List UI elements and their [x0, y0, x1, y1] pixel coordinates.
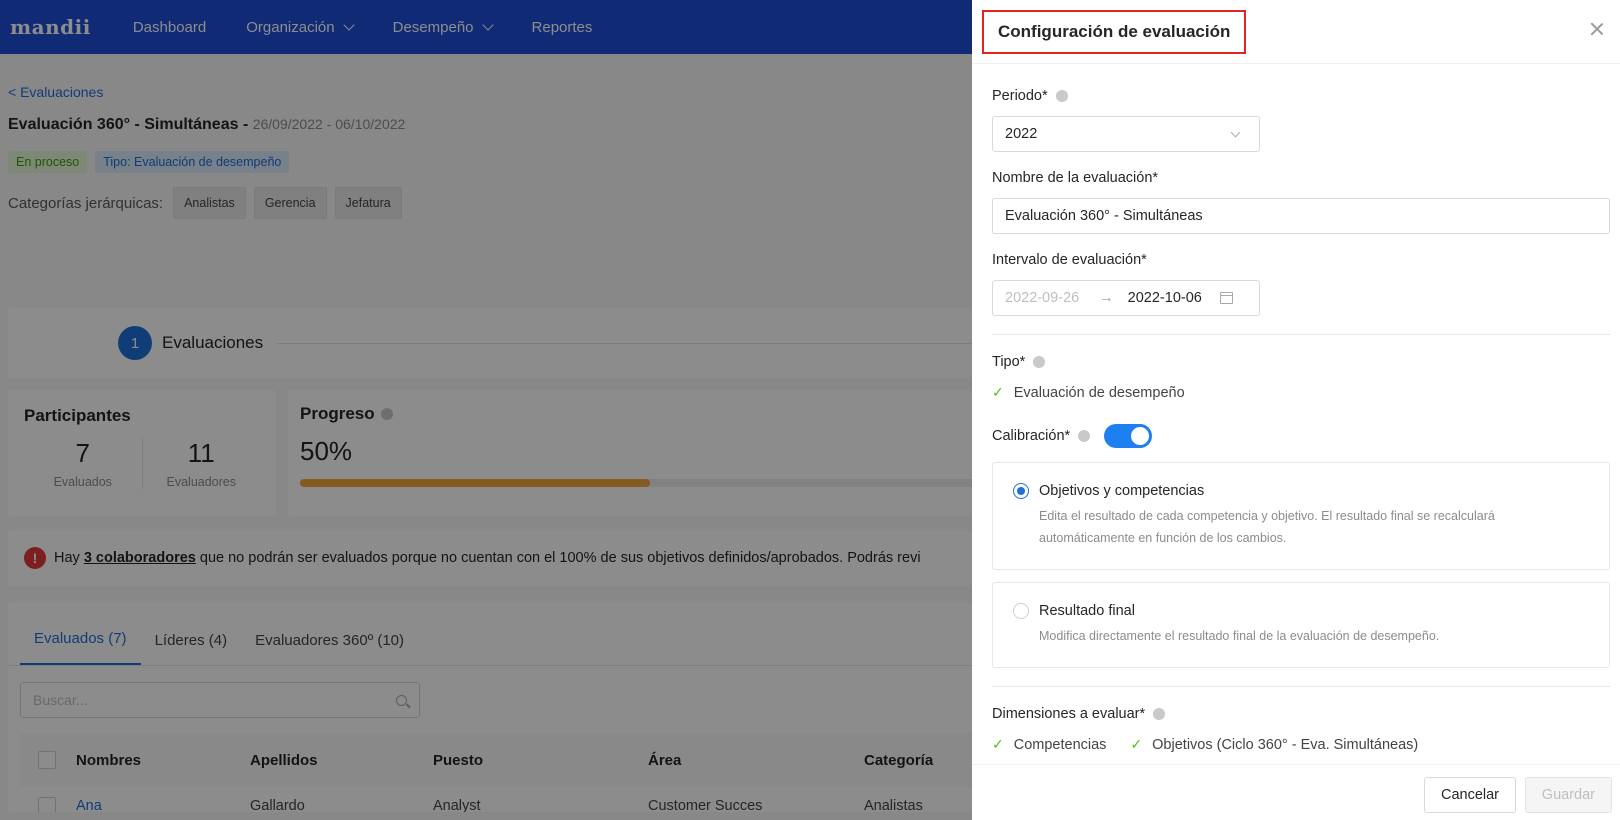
config-drawer: Configuración de evaluación Periodo* 202…: [972, 0, 1620, 820]
interval-label: Intervalo de evaluación*: [992, 252, 1147, 268]
date-start: 2022-09-26: [1005, 290, 1080, 306]
period-select[interactable]: 2022: [992, 116, 1260, 152]
calendar-icon: [1219, 292, 1233, 304]
divider: [992, 686, 1610, 687]
help-icon: [1033, 356, 1046, 368]
divider: [992, 334, 1610, 335]
type-value: ✓ Evaluación de desempeño: [992, 384, 1185, 401]
check-icon: ✓: [992, 736, 1004, 752]
calibration-toggle[interactable]: [1104, 424, 1153, 448]
arrow-right-icon: →: [1099, 290, 1114, 306]
date-end: 2022-10-06: [1127, 290, 1202, 306]
cancel-button[interactable]: Cancelar: [1423, 777, 1516, 813]
option1-description: Edita el resultado de cada competencia y…: [1039, 509, 1495, 545]
check-icon: ✓: [992, 384, 1004, 400]
radio-final-result[interactable]: [1013, 603, 1029, 619]
check-icon: ✓: [1130, 736, 1143, 752]
dimensions-label: Dimensiones a evaluar*: [992, 706, 1166, 722]
help-icon: [1078, 430, 1091, 442]
radio-objectives-competencies[interactable]: [1013, 483, 1029, 499]
dimension-objetivos: ✓ Objetivos (Ciclo 360° - Eva. Simultánea…: [1130, 736, 1419, 753]
calibration-label: Calibración*: [992, 424, 1153, 448]
type-label: Tipo*: [992, 354, 1046, 370]
save-button[interactable]: Guardar: [1524, 777, 1612, 813]
name-label: Nombre de la evaluación*: [992, 170, 1159, 186]
option2-description: Modifica directamente el resultado final…: [1039, 629, 1440, 643]
drawer-footer: Cancelar Guardar: [972, 764, 1620, 820]
evaluation-name-field[interactable]: Evaluación 360° - Simultáneas: [992, 198, 1610, 234]
drawer-header: Configuración de evaluación: [972, 0, 1620, 64]
option-final-result[interactable]: Resultado final Modifica directamente el…: [992, 582, 1610, 668]
help-icon: [1055, 90, 1068, 102]
dimensions-list: ✓ Competencias ✓ Objetivos (Ciclo 360° - E…: [992, 736, 1418, 753]
drawer-body: Periodo* 2022 Nombre de la evaluación* E…: [972, 64, 1620, 764]
chevron-down-icon: [1230, 127, 1241, 137]
drawer-title: Configuración de evaluación: [982, 9, 1247, 54]
option-objectives-competencies[interactable]: Objetivos y competencias Edita el result…: [992, 462, 1610, 570]
date-range-picker[interactable]: 2022-09-26 → 2022-10-06: [992, 280, 1260, 316]
help-icon: [1153, 708, 1166, 720]
close-icon[interactable]: [1590, 22, 1604, 36]
dimension-competencias: ✓ Competencias: [992, 736, 1107, 753]
period-label: Periodo*: [992, 88, 1068, 104]
